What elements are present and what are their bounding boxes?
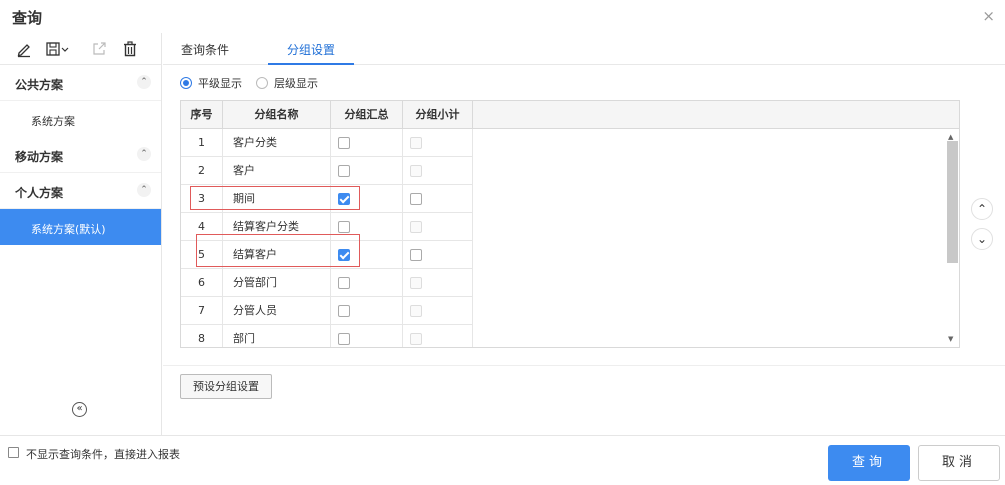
table-row[interactable]: 1 客户分类 [181,129,473,157]
preset-group-settings-button[interactable]: 预设分组设置 [180,374,272,399]
tab-bar: 查询条件 分组设置 [163,33,1005,65]
tab-group-settings[interactable]: 分组设置 [287,41,335,58]
scrollbar-thumb[interactable] [947,141,958,263]
trash-icon[interactable] [121,40,139,58]
cell-group-name: 分管人员 [223,297,331,325]
radio-label: 平级显示 [198,77,242,90]
grid-header: 序号 分组名称 分组汇总 分组小计 [181,101,959,129]
group-mobile-schemes[interactable]: 移动方案 ⌃ [0,137,161,173]
cell-group-sum [331,269,403,297]
highlight-box [196,234,360,267]
divider [163,365,1005,366]
grid-scrollbar[interactable]: ▲ ▼ [943,129,959,347]
scheme-item-label: 系统方案(默认) [31,223,106,236]
cell-group-subtotal [403,129,473,157]
main-panel: 查询条件 分组设置 平级显示 层级显示 序号 分组名称 分组汇总 分组小计 1客… [163,33,1005,435]
table-row[interactable]: 6 分管部门 [181,269,473,297]
cell-seq: 6 [181,269,223,297]
group-sum-checkbox[interactable] [338,333,350,345]
column-header-group-subtotal: 分组小计 [403,101,473,129]
group-sum-checkbox[interactable] [338,305,350,317]
active-tab-indicator [268,63,354,65]
group-subtotal-checkbox[interactable] [410,193,422,205]
group-subtotal-checkbox [410,333,422,345]
scheme-item-system[interactable]: 系统方案 [0,101,161,137]
radio-flat-display[interactable]: 平级显示 [180,75,242,91]
chevron-up-icon[interactable]: ⌃ [137,75,151,89]
cell-group-sum [331,129,403,157]
scheme-item-label: 系统方案 [31,115,75,128]
cell-group-subtotal [403,157,473,185]
cell-group-subtotal [403,213,473,241]
cell-group-name: 客户 [223,157,331,185]
table-row[interactable]: 2 客户 [181,157,473,185]
scroll-up-arrow-icon[interactable]: ▲ [948,133,953,141]
group-label: 个人方案 [15,186,64,200]
column-header-group-name: 分组名称 [223,101,331,129]
move-down-button[interactable]: ⌄ [971,228,993,250]
group-subtotal-checkbox [410,221,422,233]
scroll-down-arrow-icon[interactable]: ▼ [948,335,953,343]
group-personal-schemes[interactable]: 个人方案 ⌃ [0,173,161,209]
group-subtotal-checkbox[interactable] [410,249,422,261]
cell-seq: 1 [181,129,223,157]
chevron-up-icon[interactable]: ⌃ [137,147,151,161]
cell-seq: 8 [181,325,223,347]
cell-seq: 2 [181,157,223,185]
group-subtotal-checkbox [410,165,422,177]
group-sum-checkbox[interactable] [338,137,350,149]
export-icon[interactable] [90,40,108,58]
radio-unselected-icon[interactable] [256,77,268,89]
skip-query-label: 不显示查询条件，直接进入报表 [26,448,180,461]
dialog-footer: 不显示查询条件，直接进入报表 查询 取消 [0,435,1005,485]
move-up-button[interactable]: ⌃ [971,198,993,220]
radio-label: 层级显示 [274,77,318,90]
save-dropdown-icon[interactable] [45,40,71,58]
table-row[interactable]: 7 分管人员 [181,297,473,325]
group-subtotal-checkbox [410,277,422,289]
cell-group-subtotal [403,241,473,269]
cell-seq: 7 [181,297,223,325]
group-sum-checkbox[interactable] [338,221,350,233]
cancel-button[interactable]: 取消 [918,445,1000,481]
column-header-seq: 序号 [181,101,223,129]
pencil-icon[interactable] [15,40,33,58]
group-public-schemes[interactable]: 公共方案 ⌃ [0,65,161,101]
dialog-titlebar: 查询 × [0,0,1005,33]
close-icon[interactable]: × [982,7,995,25]
cell-group-subtotal [403,325,473,347]
group-sum-checkbox[interactable] [338,277,350,289]
group-label: 移动方案 [15,150,64,164]
scheme-sidebar: 公共方案 ⌃ 系统方案 移动方案 ⌃ 个人方案 ⌃ 系统方案(默认) « [0,33,162,435]
group-sum-checkbox[interactable] [338,165,350,177]
radio-hierarchical-display[interactable]: 层级显示 [256,75,318,91]
group-settings-grid: 序号 分组名称 分组汇总 分组小计 1 客户分类 2 客户 3 期间 4 结算客户分类 5 结算客… [180,100,960,348]
cell-group-sum [331,325,403,347]
collapse-sidebar-icon[interactable]: « [72,402,87,417]
cell-group-subtotal [403,269,473,297]
group-subtotal-checkbox [410,137,422,149]
cell-group-sum [331,157,403,185]
scheme-item-system-default[interactable]: 系统方案(默认) [0,209,161,245]
table-row[interactable]: 8 部门 [181,325,473,347]
dialog-title: 查询 [12,9,43,27]
skip-query-checkbox[interactable] [8,447,19,458]
cell-group-name: 部门 [223,325,331,347]
cell-group-name: 客户分类 [223,129,331,157]
radio-selected-icon[interactable] [180,77,192,89]
group-label: 公共方案 [15,78,64,92]
cell-group-sum [331,297,403,325]
cell-group-subtotal [403,185,473,213]
column-header-group-sum: 分组汇总 [331,101,403,129]
cell-group-subtotal [403,297,473,325]
tab-query-conditions[interactable]: 查询条件 [181,41,229,58]
chevron-up-icon[interactable]: ⌃ [137,183,151,197]
query-button[interactable]: 查询 [828,445,910,481]
scheme-toolbar [0,33,161,65]
highlight-box [190,186,360,210]
group-subtotal-checkbox [410,305,422,317]
cell-group-name: 分管部门 [223,269,331,297]
